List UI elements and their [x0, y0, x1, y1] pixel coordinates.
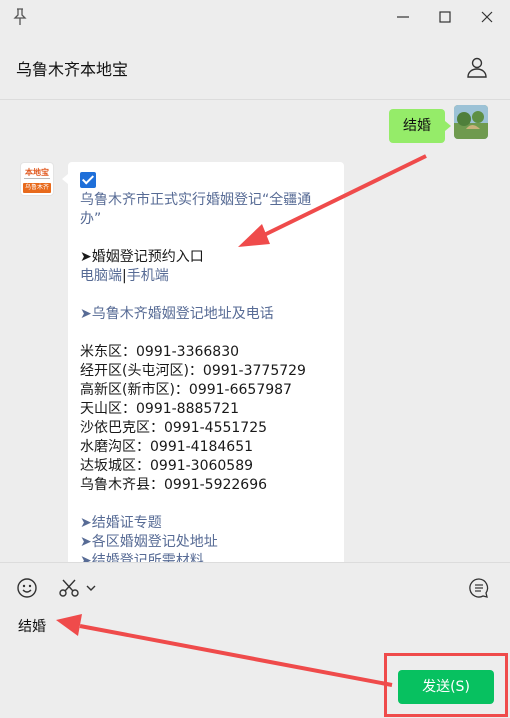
landscape-avatar-icon: [454, 105, 488, 139]
avatar-logo-text: 本地宝: [25, 168, 49, 177]
intro-link[interactable]: 乌鲁木齐市正式实行婚姻登记“全疆通办”: [80, 191, 332, 229]
chevron-down-icon[interactable]: [84, 577, 98, 599]
reply-bubble: 乌鲁木齐市正式实行婚姻登记“全疆通办” ➤婚姻登记预约入口 电脑端|手机端 ➤乌…: [62, 162, 344, 562]
avatar-logo-divider: [24, 178, 50, 179]
checkbox-icon: [80, 172, 96, 188]
phone-line: 米东区：0991-3366830: [80, 344, 240, 360]
marriage-cert-link[interactable]: ➤结婚证专题: [80, 514, 332, 533]
required-materials-link[interactable]: ➤结婚登记所需材料: [80, 552, 332, 562]
scissors-icon[interactable]: [58, 577, 80, 599]
booking-links: 电脑端|手机端: [80, 268, 169, 284]
booking-title: ➤婚姻登记预约入口: [80, 249, 204, 265]
bot-avatar[interactable]: 本地宝 乌鲁木齐: [20, 162, 54, 196]
my-avatar[interactable]: [454, 105, 488, 139]
phone-line: 沙依巴克区：0991-4551725: [80, 420, 268, 436]
mobile-link[interactable]: 手机端: [127, 268, 169, 284]
my-message-bubble[interactable]: 结婚: [389, 109, 451, 143]
minimize-icon[interactable]: [394, 8, 412, 26]
title-bar: [0, 0, 510, 34]
person-icon[interactable]: [466, 56, 488, 78]
chat-title: 乌鲁木齐本地宝: [16, 60, 129, 79]
phone-line: 天山区：0991-8885721: [80, 401, 240, 417]
phone-line: 高新区(新市区)：0991-6657987: [80, 382, 292, 398]
phone-line: 乌鲁木齐县：0991-5922696: [80, 477, 268, 493]
avatar-logo-city: 乌鲁木齐: [23, 183, 51, 193]
message-input[interactable]: 结婚: [18, 616, 46, 636]
annotation-highlight-box: [384, 653, 508, 717]
pc-link[interactable]: 电脑端: [80, 268, 122, 284]
phone-line: 达坂城区：0991-3060589: [80, 458, 254, 474]
chat-area[interactable]: 结婚 本地宝 乌鲁木齐 乌鲁木齐市正式实行婚姻登记“全疆通办” ➤婚姻登记预约入…: [0, 101, 510, 562]
address-title-link[interactable]: ➤乌鲁木齐婚姻登记地址及电话: [80, 305, 332, 324]
input-area: 结婚 发送(S): [0, 562, 510, 718]
registry-address-link[interactable]: ➤各区婚姻登记处地址: [80, 533, 332, 552]
chat-header: 乌鲁木齐本地宝: [0, 34, 510, 100]
chat-history-icon[interactable]: [468, 577, 490, 599]
phone-line: 水磨沟区：0991-4184651: [80, 439, 254, 455]
maximize-icon[interactable]: [436, 8, 454, 26]
phone-line: 经开区(头屯河区)：0991-3775729: [80, 363, 306, 379]
emoji-icon[interactable]: [16, 577, 38, 599]
pin-icon[interactable]: [12, 8, 28, 26]
close-icon[interactable]: [478, 8, 496, 26]
